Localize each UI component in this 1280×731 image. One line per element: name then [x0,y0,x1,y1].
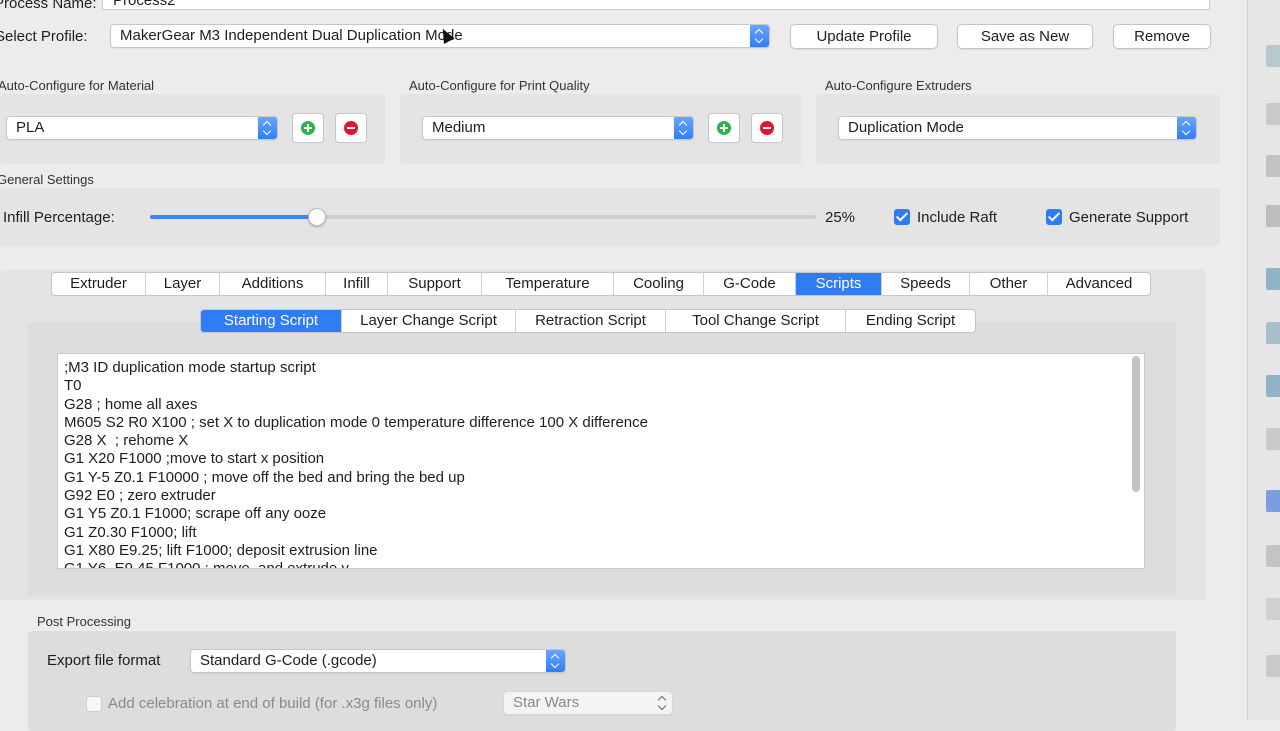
infill-slider-fill [150,215,317,219]
tab-scripts[interactable]: Scripts [796,273,882,295]
process-name-input[interactable]: Process2 [102,0,1210,10]
select-arrows-icon [1177,117,1196,139]
script-line: ;M3 ID duplication mode startup script [64,359,316,376]
extruders-group-label: Auto-Configure Extruders [825,78,972,93]
tab-speeds[interactable]: Speeds [882,273,970,295]
toolbar-view-icon[interactable] [1266,268,1280,290]
include-raft-checkbox[interactable] [894,209,910,225]
select-arrows-icon [258,117,277,139]
select-arrows-icon [674,117,693,139]
toolbar-view-icon[interactable] [1266,655,1280,677]
script-tab-starting-script[interactable]: Starting Script [201,310,342,332]
material-select-value: PLA [16,119,45,136]
remove-quality-button[interactable] [751,113,783,143]
generate-support-label[interactable]: Generate Support [1069,209,1188,226]
script-line: G92 E0 ; zero extruder [64,487,216,505]
script-editor[interactable]: ;M3 ID duplication mode startup script T0… [57,353,1145,569]
tab-temperature[interactable]: Temperature [482,273,614,295]
quality-select-value: Medium [432,119,486,136]
tab-layer[interactable]: Layer [146,273,220,295]
toolbar-axis-icon[interactable] [1266,490,1280,512]
tab-support[interactable]: Support [388,273,482,295]
script-line: G1 Y-5 Z0.1 F10000 ; move off the bed an… [64,468,465,486]
script-tab-layer-change-script[interactable]: Layer Change Script [342,310,516,332]
remove-button[interactable]: Remove [1113,24,1211,49]
toolbar-view-icon[interactable] [1266,322,1280,344]
script-line: G1 Z0.30 F1000; lift [64,523,197,541]
script-line: G28 ; home all axes [64,395,198,413]
celebration-select-value: Star Wars [513,694,580,711]
select-arrows-icon [653,692,672,714]
script-tab-tool-change-script[interactable]: Tool Change Script [666,310,846,332]
save-as-new-button[interactable]: Save as New [957,24,1093,49]
export-format-value: Standard G-Code (.gcode) [200,652,377,669]
quality-select[interactable]: Medium [422,116,694,140]
toolbar-view-icon[interactable] [1266,428,1280,450]
tab-other[interactable]: Other [970,273,1048,295]
settings-tabs: Extruder Layer Additions Infill Support Tempe… [51,272,1151,296]
post-processing-label: Post Processing [37,614,131,629]
infill-percentage-label: Infill Percentage: [3,209,115,226]
script-tab-ending-script[interactable]: Ending Script [846,310,975,332]
remove-material-button[interactable] [335,113,367,143]
tab-advanced[interactable]: Advanced [1048,273,1150,295]
extruders-select-value: Duplication Mode [848,119,964,136]
toolbar-view-icon[interactable] [1266,375,1280,397]
select-arrows-icon [546,650,565,672]
profile-select-value: MakerGear M3 Independent Dual Duplicatio… [120,27,463,44]
material-select[interactable]: PLA [6,116,278,140]
script-line: M605 S2 R0 X100 ; set X to duplication m… [64,413,648,431]
tab-extruder[interactable]: Extruder [52,273,146,295]
add-material-button[interactable] [292,113,324,143]
minus-icon [760,121,774,135]
script-line: T0 [64,377,82,395]
script-line: G28 X ; rehome X [64,432,189,450]
tab-g-code[interactable]: G-Code [704,273,796,295]
script-line: G1 X80 E9.25; lift F1000; deposit extrus… [64,541,378,559]
material-group-label: Auto-Configure for Material [0,78,155,93]
minus-icon [344,121,358,135]
script-editor-scrollbar[interactable] [1132,356,1140,492]
script-tabs: Starting Script Layer Change Script Retrac… [200,309,976,333]
update-profile-button[interactable]: Update Profile [790,24,938,49]
export-format-select[interactable]: Standard G-Code (.gcode) [190,649,566,673]
toolbar-tool-icon[interactable] [1266,45,1280,67]
celebration-label[interactable]: Add celebration at end of build (for .x3… [108,695,437,712]
tab-cooling[interactable]: Cooling [614,273,704,295]
add-quality-button[interactable] [708,113,740,143]
export-format-label: Export file format [47,652,161,669]
celebration-checkbox[interactable] [86,696,102,712]
include-raft-label[interactable]: Include Raft [917,209,997,226]
plus-icon [717,121,731,135]
toolbar-move-icon[interactable] [1266,103,1280,125]
tab-infill[interactable]: Infill [326,273,388,295]
script-line: G1 X20 F1000 ;move to start x position [64,450,325,468]
toolbar-rotate-icon[interactable] [1266,205,1280,227]
infill-slider-knob[interactable] [307,208,326,226]
quality-group-label: Auto-Configure for Print Quality [409,78,590,93]
toolbar-copy-icon[interactable] [1266,155,1280,177]
plus-icon [301,121,315,135]
post-processing-group [28,631,1176,731]
celebration-select[interactable]: Star Wars [503,691,673,715]
script-line: G1 Y5 Z0.1 F1000; scrape off any ooze [64,505,327,523]
extruders-select[interactable]: Duplication Mode [838,116,1197,140]
general-settings-label: General Settings [0,172,94,187]
script-line: G1 Y6 E9.45 F1000 ; move, and extrude y [64,560,349,569]
select-arrows-icon [750,25,769,47]
script-tab-retraction-script[interactable]: Retraction Script [516,310,666,332]
tab-additions[interactable]: Additions [220,273,326,295]
select-profile-label: Select Profile: [0,28,88,45]
toolbar-cube-icon[interactable] [1266,598,1280,620]
process-name-label: Process Name: [0,0,97,12]
toolbar-view-icon[interactable] [1266,545,1280,567]
generate-support-checkbox[interactable] [1046,209,1062,225]
infill-value: 25% [825,209,856,226]
